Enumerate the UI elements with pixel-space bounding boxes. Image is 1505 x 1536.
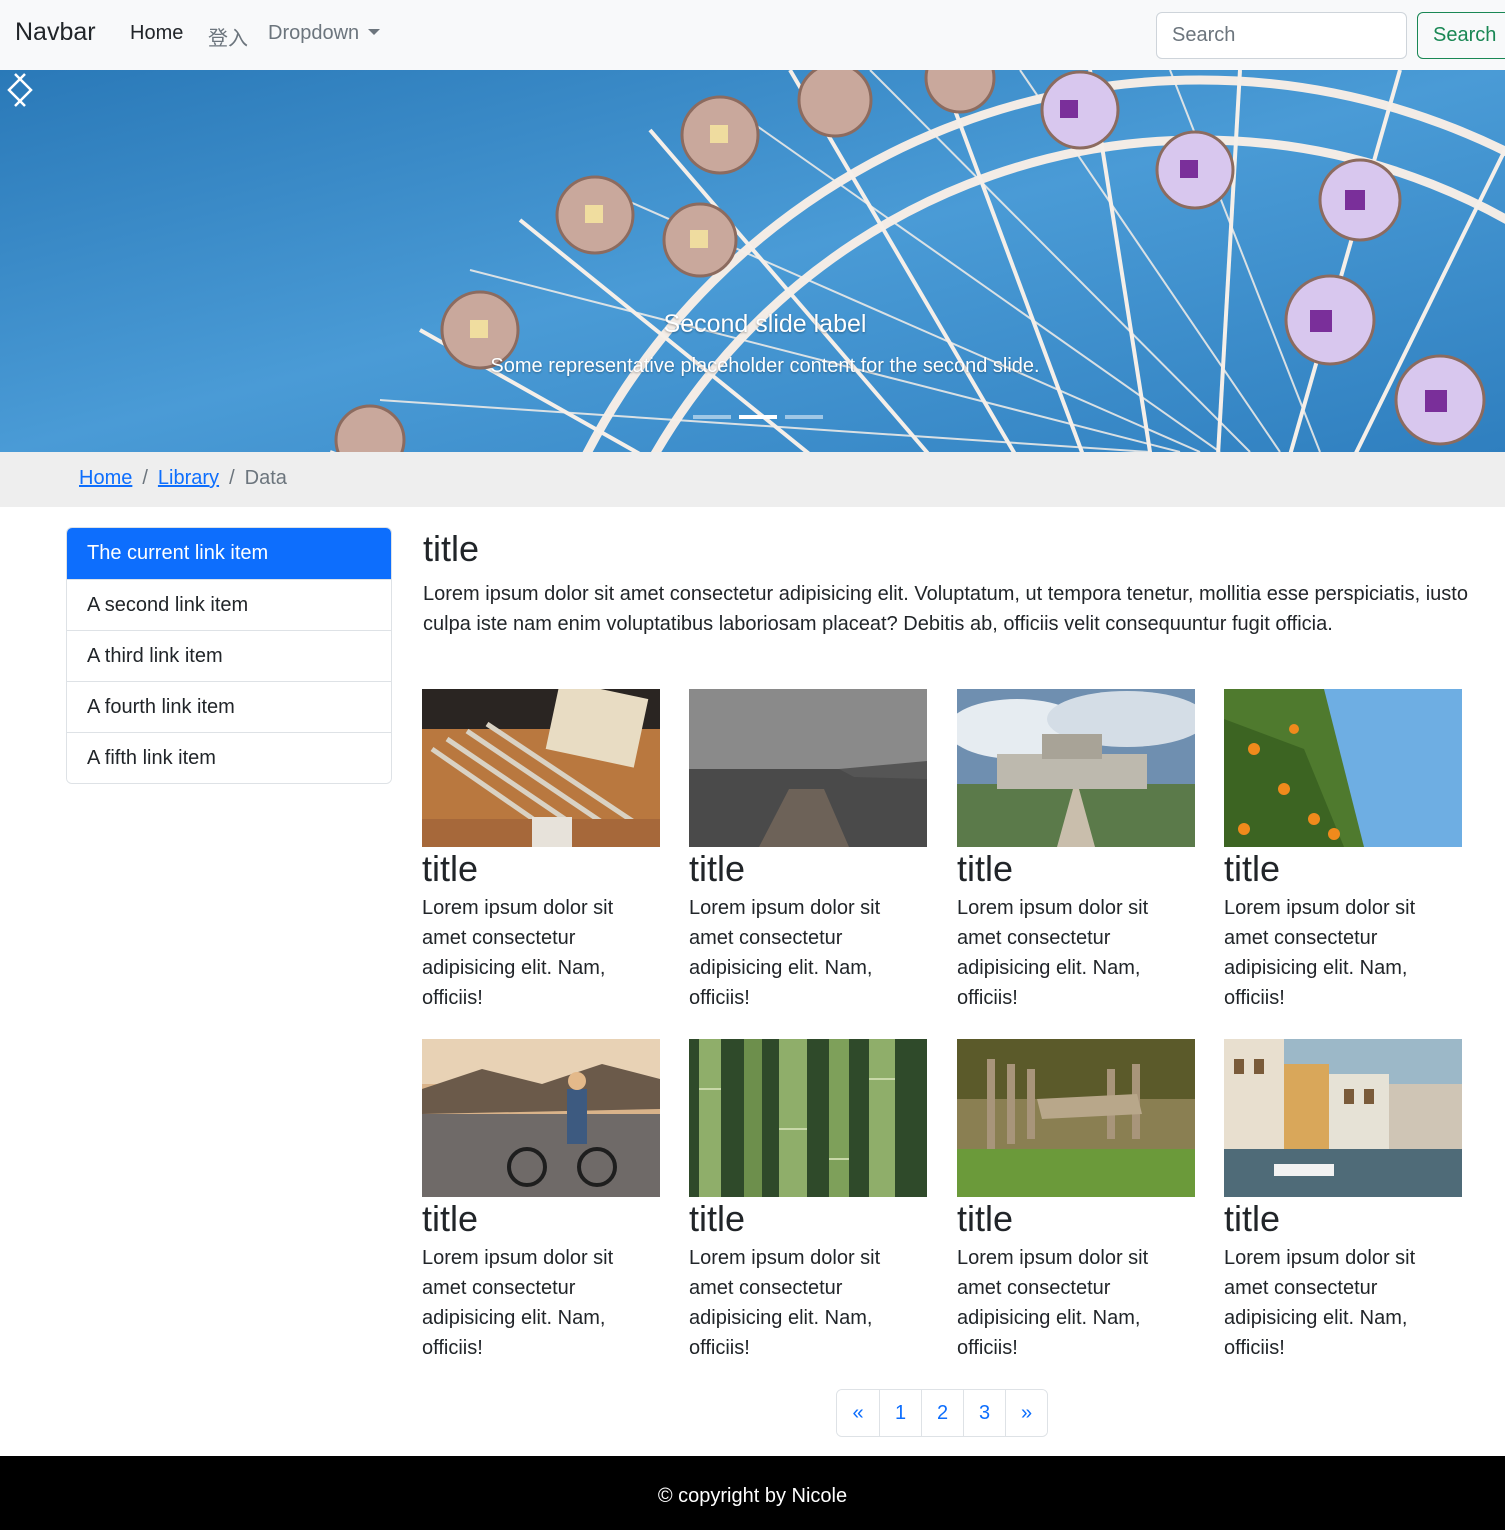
breadcrumb: Home / Library / Data: [0, 452, 1505, 507]
nav-dropdown-toggle[interactable]: Dropdown: [268, 22, 381, 45]
pagination-page-3[interactable]: 3: [963, 1390, 1005, 1436]
pagination-page-2[interactable]: 2: [921, 1390, 963, 1436]
card-text: Lorem ipsum dolor sit amet consectetur a…: [689, 897, 881, 1009]
carousel-next-icon[interactable]: [0, 70, 40, 110]
foggy-pier-photo[interactable]: [689, 689, 927, 847]
breadcrumb-current: Data: [244, 467, 287, 489]
sidebar-item-fifth[interactable]: A fifth link item: [67, 732, 391, 783]
breadcrumb-library[interactable]: Library: [158, 467, 219, 489]
search-button[interactable]: Search: [1417, 12, 1505, 59]
nav-link-login[interactable]: 登入: [208, 22, 248, 51]
card-text: Lorem ipsum dolor sit amet consectetur a…: [689, 1247, 881, 1359]
orange-tree-photo[interactable]: [1224, 689, 1462, 847]
card: title Lorem ipsum dolor sit amet consect…: [957, 689, 1195, 1013]
card-text: Lorem ipsum dolor sit amet consectetur a…: [957, 897, 1149, 1009]
card: title Lorem ipsum dolor sit amet consect…: [689, 689, 927, 1013]
canal-houses-photo[interactable]: [1224, 1039, 1462, 1197]
breadcrumb-separator: /: [142, 467, 148, 489]
pagination-page-1[interactable]: 1: [879, 1390, 921, 1436]
card: title Lorem ipsum dolor sit amet consect…: [689, 1039, 927, 1363]
pagination-prev[interactable]: «: [837, 1390, 879, 1436]
breadcrumb-home[interactable]: Home: [79, 467, 132, 489]
pagination: « 1 2 3 »: [836, 1389, 1048, 1437]
carousel-indicator[interactable]: [785, 415, 823, 419]
carousel-indicators: [693, 415, 823, 419]
card-title: title: [422, 1198, 479, 1239]
carousel-indicator[interactable]: [693, 415, 731, 419]
card-text: Lorem ipsum dolor sit amet consectetur a…: [1224, 897, 1416, 1009]
bamboo-photo[interactable]: [689, 1039, 927, 1197]
page-title: title: [423, 528, 480, 569]
castle-photo[interactable]: [957, 689, 1195, 847]
card-title: title: [957, 1198, 1014, 1239]
nav-dropdown-label: Dropdown: [268, 22, 360, 44]
pagination-next[interactable]: »: [1005, 1390, 1047, 1436]
nav-link-home[interactable]: Home: [130, 22, 183, 45]
sidebar-item-third[interactable]: A third link item: [67, 630, 391, 681]
card: title Lorem ipsum dolor sit amet consect…: [422, 1039, 660, 1363]
old-dock-photo[interactable]: [957, 1039, 1195, 1197]
sidebar-item-current[interactable]: The current link item: [67, 528, 391, 579]
pencils-photo[interactable]: [422, 689, 660, 847]
carousel-caption-title: Second slide label: [663, 310, 867, 338]
card-text: Lorem ipsum dolor sit amet consectetur a…: [422, 1247, 614, 1359]
navbar-brand[interactable]: Navbar: [15, 18, 96, 47]
ferris-wheel-photo: [0, 70, 1505, 452]
card: title Lorem ipsum dolor sit amet consect…: [1224, 1039, 1462, 1363]
card: title Lorem ipsum dolor sit amet consect…: [1224, 689, 1462, 1013]
footer: © copyright by Nicole: [0, 1456, 1505, 1530]
card-text: Lorem ipsum dolor sit amet consectetur a…: [1224, 1247, 1416, 1359]
card-title: title: [422, 848, 479, 889]
page-intro-text: Lorem ipsum dolor sit amet consectetur a…: [423, 583, 1468, 635]
card-title: title: [1224, 1198, 1281, 1239]
carousel: Second slide label Some representative p…: [0, 70, 1505, 452]
card-text: Lorem ipsum dolor sit amet consectetur a…: [957, 1247, 1149, 1359]
search-input[interactable]: [1156, 12, 1407, 59]
carousel-caption-text: Some representative placeholder content …: [490, 355, 1040, 377]
footer-copyright: © copyright by Nicole: [657, 1485, 848, 1507]
carousel-indicator-active[interactable]: [739, 415, 777, 419]
card: title Lorem ipsum dolor sit amet consect…: [422, 689, 660, 1013]
card-text: Lorem ipsum dolor sit amet consectetur a…: [422, 897, 614, 1009]
sidebar-list-group: The current link item A second link item…: [66, 527, 392, 784]
breadcrumb-separator: /: [229, 467, 235, 489]
card-title: title: [689, 848, 746, 889]
card-title: title: [957, 848, 1014, 889]
card-title: title: [1224, 848, 1281, 889]
caret-down-icon: [368, 29, 381, 35]
sidebar-item-second[interactable]: A second link item: [67, 579, 391, 630]
card: title Lorem ipsum dolor sit amet consect…: [957, 1039, 1195, 1363]
card-title: title: [689, 1198, 746, 1239]
navbar: Navbar Home 登入 Dropdown Search: [0, 0, 1505, 70]
sidebar-item-fourth[interactable]: A fourth link item: [67, 681, 391, 732]
cyclist-photo[interactable]: [422, 1039, 660, 1197]
